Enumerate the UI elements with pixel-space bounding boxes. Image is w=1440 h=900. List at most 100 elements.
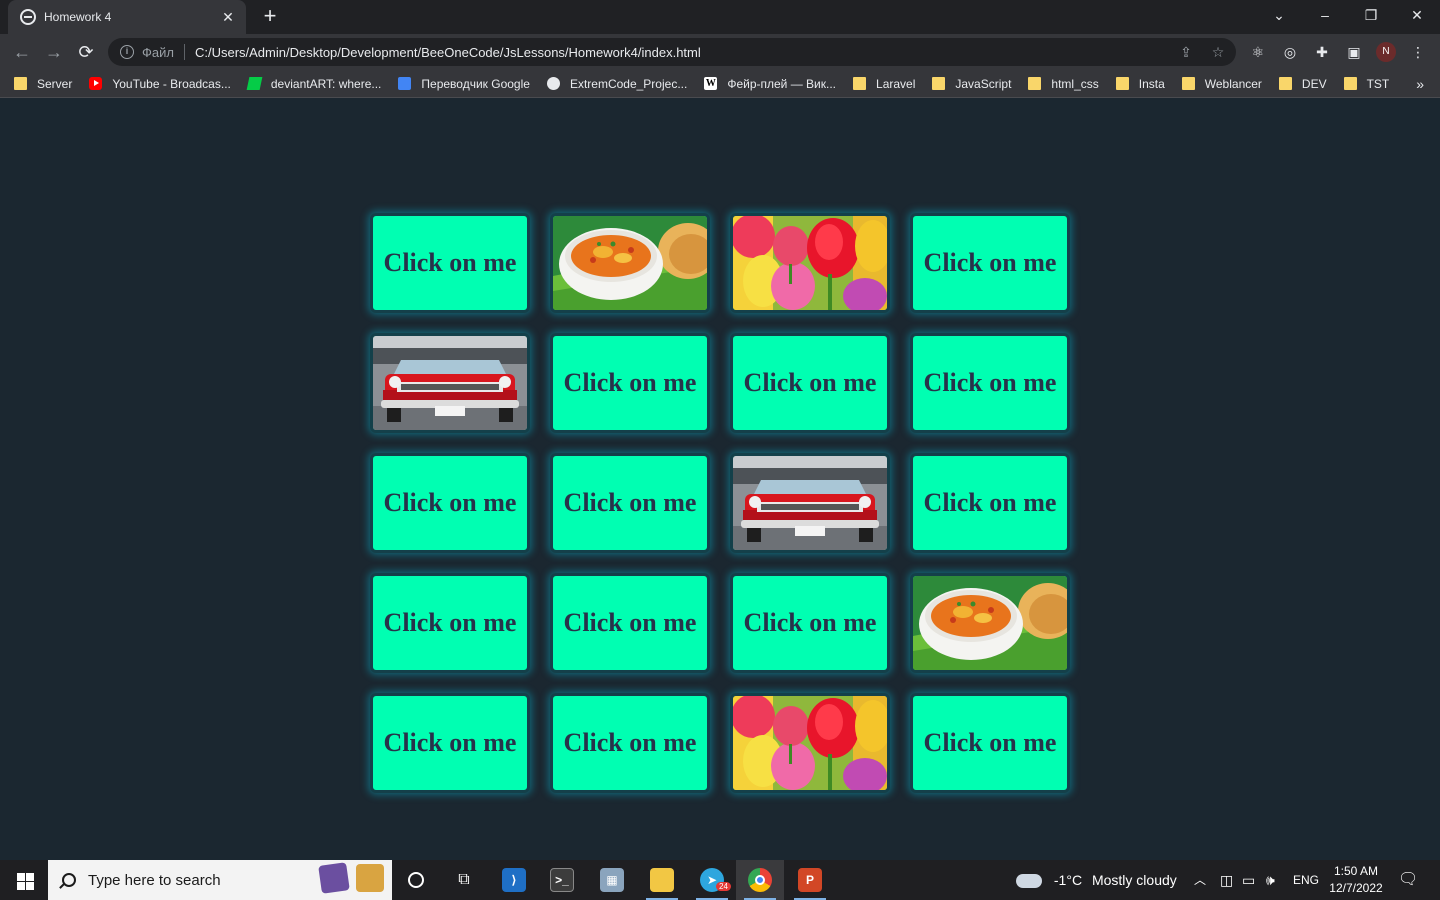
card-label: Click on me <box>563 368 697 397</box>
bookmark-label: DEV <box>1301 76 1327 91</box>
scheme-label: Файл <box>142 44 174 60</box>
taskbar-chrome[interactable] <box>736 860 784 900</box>
volume-icon[interactable]: 🕪 <box>1266 860 1275 900</box>
memory-card-revealed[interactable] <box>730 453 890 553</box>
show-hidden-icons-button[interactable]: ︿ <box>1194 860 1206 900</box>
input-language[interactable]: ENG <box>1293 860 1319 900</box>
weather-widget[interactable]: -1°C Mostly cloudy <box>1016 860 1177 900</box>
memory-card-hidden[interactable]: Click on me <box>730 333 890 433</box>
bookmark-item[interactable]: DEV <box>1278 76 1327 91</box>
memory-card-hidden[interactable]: Click on me <box>910 213 1070 313</box>
taskbar-file-explorer[interactable] <box>638 860 686 900</box>
memory-card-hidden[interactable]: Click on me <box>370 573 530 673</box>
tab-homework-4[interactable]: Homework 4 ✕ <box>8 0 246 34</box>
network-icon[interactable]: ▭ <box>1242 860 1255 900</box>
taskbar-search-box[interactable]: Type here to search <box>48 860 392 900</box>
bookmark-label: Insta <box>1138 76 1165 91</box>
wikipedia-icon: W <box>704 77 718 90</box>
memory-card-hidden[interactable]: Click on me <box>370 213 530 313</box>
github-icon <box>546 77 560 90</box>
search-icon <box>62 873 76 887</box>
profile-avatar[interactable]: N <box>1376 42 1396 62</box>
memory-card-hidden[interactable]: Click on me <box>910 453 1070 553</box>
taskbar-telegram[interactable]: ➤ 24 <box>688 860 736 900</box>
start-button[interactable] <box>0 860 48 900</box>
taskbar-network-app[interactable]: ▦ <box>588 860 636 900</box>
memory-card-hidden[interactable]: Click on me <box>550 573 710 673</box>
tab-search-button[interactable]: ⌄ <box>1256 0 1302 30</box>
bookmark-item[interactable]: Laravel <box>853 77 915 91</box>
bookmark-star-icon[interactable]: ☆ <box>1210 44 1226 60</box>
bookmark-item[interactable]: html_css <box>1028 77 1099 91</box>
close-window-button[interactable]: ✕ <box>1394 0 1440 30</box>
share-icon[interactable]: ⇪ <box>1178 44 1194 60</box>
memory-card-hidden[interactable]: Click on me <box>550 693 710 793</box>
bookmark-label: Server <box>37 76 73 91</box>
memory-card-hidden[interactable]: Click on me <box>370 453 530 553</box>
memory-card-hidden[interactable]: Click on me <box>550 333 710 433</box>
side-panel-icon[interactable]: ▣ <box>1344 42 1364 62</box>
memory-card-revealed[interactable] <box>730 693 890 793</box>
address-bar[interactable]: i Файл C:/Users/Admin/Desktop/Developmen… <box>108 38 1236 66</box>
memory-card-hidden[interactable]: Click on me <box>550 453 710 553</box>
new-tab-button[interactable]: + <box>258 5 282 29</box>
notifications-icon[interactable]: 🗨 <box>1398 860 1418 900</box>
browser-menu-icon[interactable]: ⋮ <box>1408 42 1428 62</box>
soup-image <box>553 216 707 310</box>
bookmark-item[interactable]: Weblancer <box>1181 77 1262 91</box>
cortana-button[interactable] <box>392 860 440 900</box>
address-separator <box>183 44 185 60</box>
url-text[interactable]: C:/Users/Admin/Desktop/Development/BeeOn… <box>195 45 701 60</box>
bookmark-item[interactable]: Переводчик Google <box>398 77 530 91</box>
system-clock[interactable]: 1:50 AM 12/7/2022 <box>1320 863 1392 897</box>
bookmark-item[interactable]: ExtremCode_Projec... <box>546 76 688 91</box>
reload-button[interactable]: ⟳ <box>74 40 98 64</box>
bookmark-label: Laravel <box>876 76 916 91</box>
taskbar-terminal[interactable]: >_ <box>538 860 586 900</box>
folder-icon <box>1278 77 1292 90</box>
forward-button[interactable]: → <box>42 40 66 64</box>
bookmark-label: YouTube - Broadcas... <box>112 76 231 91</box>
memory-card-hidden[interactable]: Click on me <box>910 693 1070 793</box>
taskbar-powerpoint[interactable]: P <box>786 860 834 900</box>
memory-card-grid: Click on me Click on me Click on me Clic… <box>370 213 1070 793</box>
memory-card-hidden[interactable]: Click on me <box>370 693 530 793</box>
info-icon[interactable]: i <box>120 45 134 59</box>
bookmark-item[interactable]: YouTube - Broadcas... <box>89 77 231 91</box>
memory-card-revealed[interactable] <box>730 213 890 313</box>
bookmark-item[interactable]: Insta <box>1115 76 1165 91</box>
search-placeholder: Type here to search <box>88 871 221 889</box>
memory-card-hidden[interactable]: Click on me <box>730 573 890 673</box>
bookmark-item[interactable]: JavaScript <box>932 77 1011 91</box>
memory-card-revealed[interactable] <box>370 333 530 433</box>
bookmark-item[interactable]: TST <box>1343 77 1389 91</box>
bookmark-label: ExtremCode_Projec... <box>569 76 688 91</box>
restore-button[interactable]: ❐ <box>1348 0 1394 30</box>
back-button[interactable]: ← <box>10 40 34 64</box>
google-translate-icon <box>398 77 412 90</box>
globe-icon <box>20 9 36 25</box>
taskbar-vscode[interactable]: ⟩ <box>490 860 538 900</box>
extension-target-icon[interactable]: ◎ <box>1280 42 1300 62</box>
bookmark-item[interactable]: deviantART: where... <box>246 77 381 91</box>
folder-icon <box>853 77 867 90</box>
soup-image <box>913 576 1067 670</box>
meet-now-icon[interactable]: ◫ <box>1220 860 1233 900</box>
browser-toolbar: ← → ⟳ i Файл C:/Users/Admin/Desktop/Deve… <box>0 34 1440 70</box>
tab-close-icon[interactable]: ✕ <box>220 9 236 25</box>
memory-card-hidden[interactable]: Click on me <box>910 333 1070 433</box>
bookmark-item[interactable]: W Фейр-плей — Вик... <box>704 77 836 91</box>
memory-card-revealed[interactable] <box>910 573 1070 673</box>
folder-icon <box>1115 77 1129 90</box>
bookmarks-overflow-button[interactable]: » <box>1416 76 1424 92</box>
memory-card-revealed[interactable] <box>550 213 710 313</box>
cortana-icon <box>408 872 424 888</box>
weather-temperature: -1°C <box>1053 872 1083 888</box>
tulips-image <box>733 216 887 310</box>
extensions-puzzle-icon[interactable]: ✚ <box>1312 42 1332 62</box>
task-view-icon: ⧉ <box>458 871 470 888</box>
task-view-button[interactable]: ⧉ <box>440 860 488 900</box>
extension-react-icon[interactable]: ⚛ <box>1248 42 1268 62</box>
minimize-button[interactable]: – <box>1302 0 1348 30</box>
bookmark-item[interactable]: Server <box>14 77 72 91</box>
